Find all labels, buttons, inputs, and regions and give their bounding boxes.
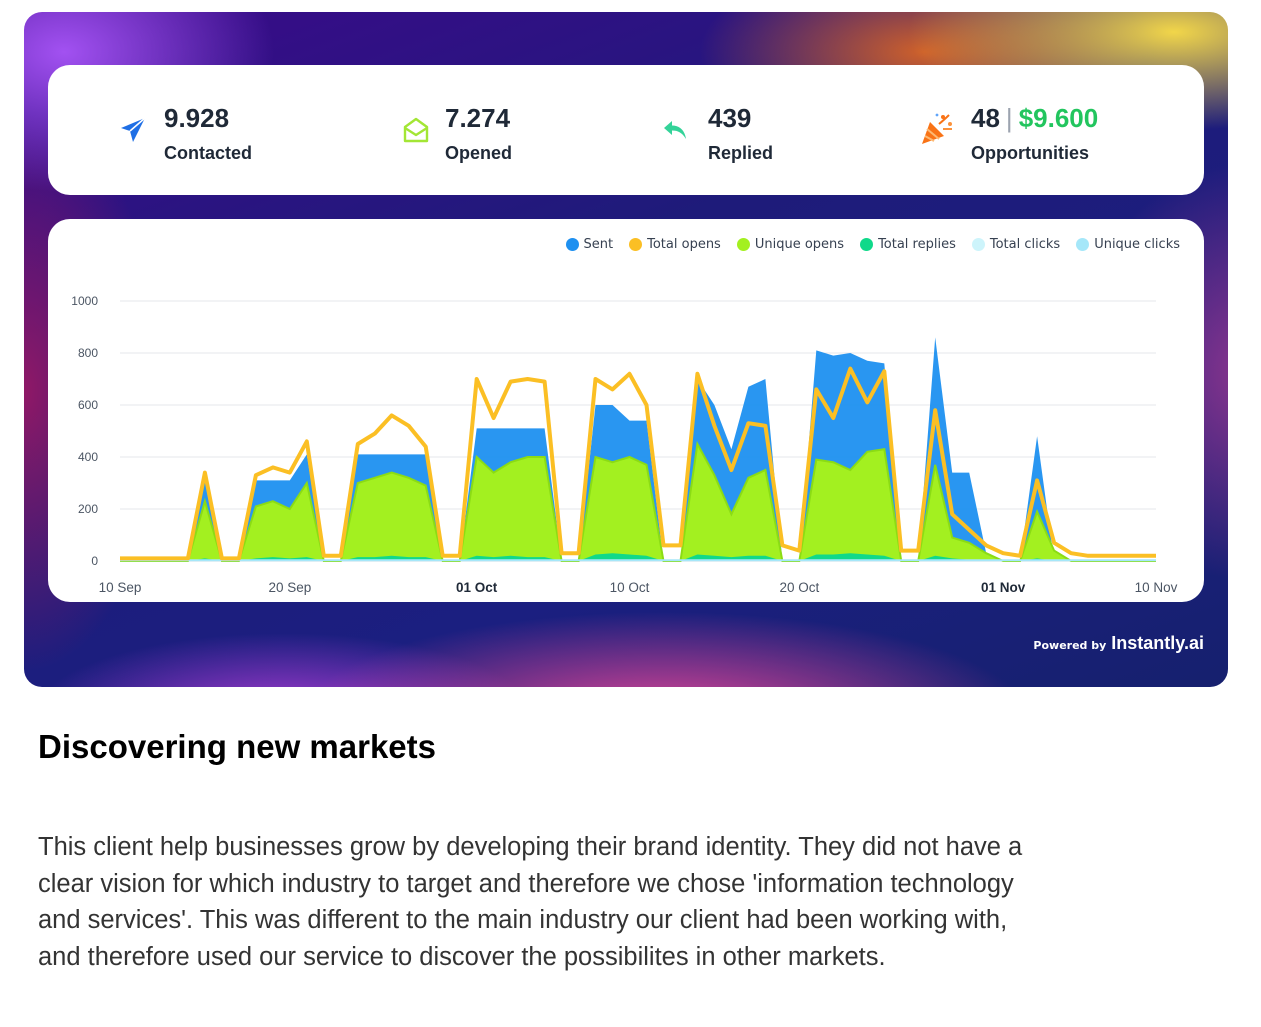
opened-label: Opened xyxy=(445,143,513,163)
legend-label: Unique opens xyxy=(754,237,845,252)
opportunities-count: 48 xyxy=(971,103,1000,133)
activity-chart-card: 0 200 400 600 800 1000 10 Sep 20 Sep 01 Oct 10 Oc… xyxy=(48,219,1204,602)
opened-value: 7.274 xyxy=(445,103,511,133)
opportunities-separator: | xyxy=(1005,103,1013,133)
reply-arrow-icon xyxy=(664,121,686,139)
legend-item[interactable]: Total opens xyxy=(629,237,721,252)
party-popper-icon xyxy=(922,113,952,144)
instantly-logo: Instantly.ai xyxy=(1111,633,1204,653)
legend-label: Sent xyxy=(583,237,614,252)
open-envelope-icon xyxy=(403,117,429,143)
paper-plane-icon xyxy=(121,117,146,142)
x-tick-label: 01 Nov xyxy=(981,580,1026,595)
legend-item[interactable]: Unique opens xyxy=(736,237,845,252)
legend-dot xyxy=(736,238,750,251)
legend-dot xyxy=(971,238,985,251)
powered-by-prefix: Powered by xyxy=(1033,639,1107,652)
y-tick-label: 200 xyxy=(78,502,98,516)
x-tick-label: 01 Oct xyxy=(456,580,498,595)
chart-legend: Sent Total opens Unique opens Total replies… xyxy=(565,237,1180,252)
contacted-label: Contacted xyxy=(164,143,253,163)
activity-chart: 0 200 400 600 800 1000 10 Sep 20 Sep 01 Oct 10 Oc… xyxy=(71,294,1178,595)
legend-item[interactable]: Sent xyxy=(565,237,614,252)
legend-dot xyxy=(860,238,874,251)
x-tick-label: 10 Oct xyxy=(610,580,650,595)
legend-item[interactable]: Total replies xyxy=(860,237,956,252)
section-title: Discovering new markets xyxy=(38,728,436,765)
section-body: This client help businesses grow by deve… xyxy=(38,833,1023,971)
opportunities-amount: $9.600 xyxy=(1018,103,1099,133)
x-tick-label: 20 Oct xyxy=(779,580,819,595)
y-tick-label: 400 xyxy=(78,450,98,464)
y-tick-label: 600 xyxy=(78,398,98,412)
legend-dot xyxy=(1076,238,1090,251)
x-tick-label: 10 Nov xyxy=(1135,580,1178,595)
legend-item[interactable]: Unique clicks xyxy=(1076,237,1180,252)
y-tick-label: 1000 xyxy=(71,294,98,308)
opportunities-value: 48 | $9.600 xyxy=(971,103,1098,134)
stats-card: 9.928 Contacted 7.274 Opened 439 Replied xyxy=(48,65,1204,195)
stats-hero-banner: 9.928 Contacted 7.274 Opened 439 Replied xyxy=(24,12,1228,687)
replied-label: Replied xyxy=(708,143,774,163)
legend-label: Total opens xyxy=(647,237,721,252)
legend-label: Unique clicks xyxy=(1094,237,1180,252)
contacted-value: 9.928 xyxy=(164,103,230,133)
legend-label: Total clicks xyxy=(989,237,1061,252)
legend-label: Total replies xyxy=(878,237,956,252)
y-tick-label: 800 xyxy=(78,346,98,360)
legend-item[interactable]: Total clicks xyxy=(971,237,1061,252)
x-tick-label: 10 Sep xyxy=(99,580,142,595)
replied-value: 439 xyxy=(708,103,752,133)
legend-dot xyxy=(565,238,579,251)
powered-by: Powered by Instantly.ai xyxy=(1033,633,1204,654)
legend-dot xyxy=(629,238,643,251)
y-tick-label: 0 xyxy=(91,554,98,568)
opportunities-label: Opportunities xyxy=(971,143,1089,163)
x-tick-label: 20 Sep xyxy=(268,580,311,595)
